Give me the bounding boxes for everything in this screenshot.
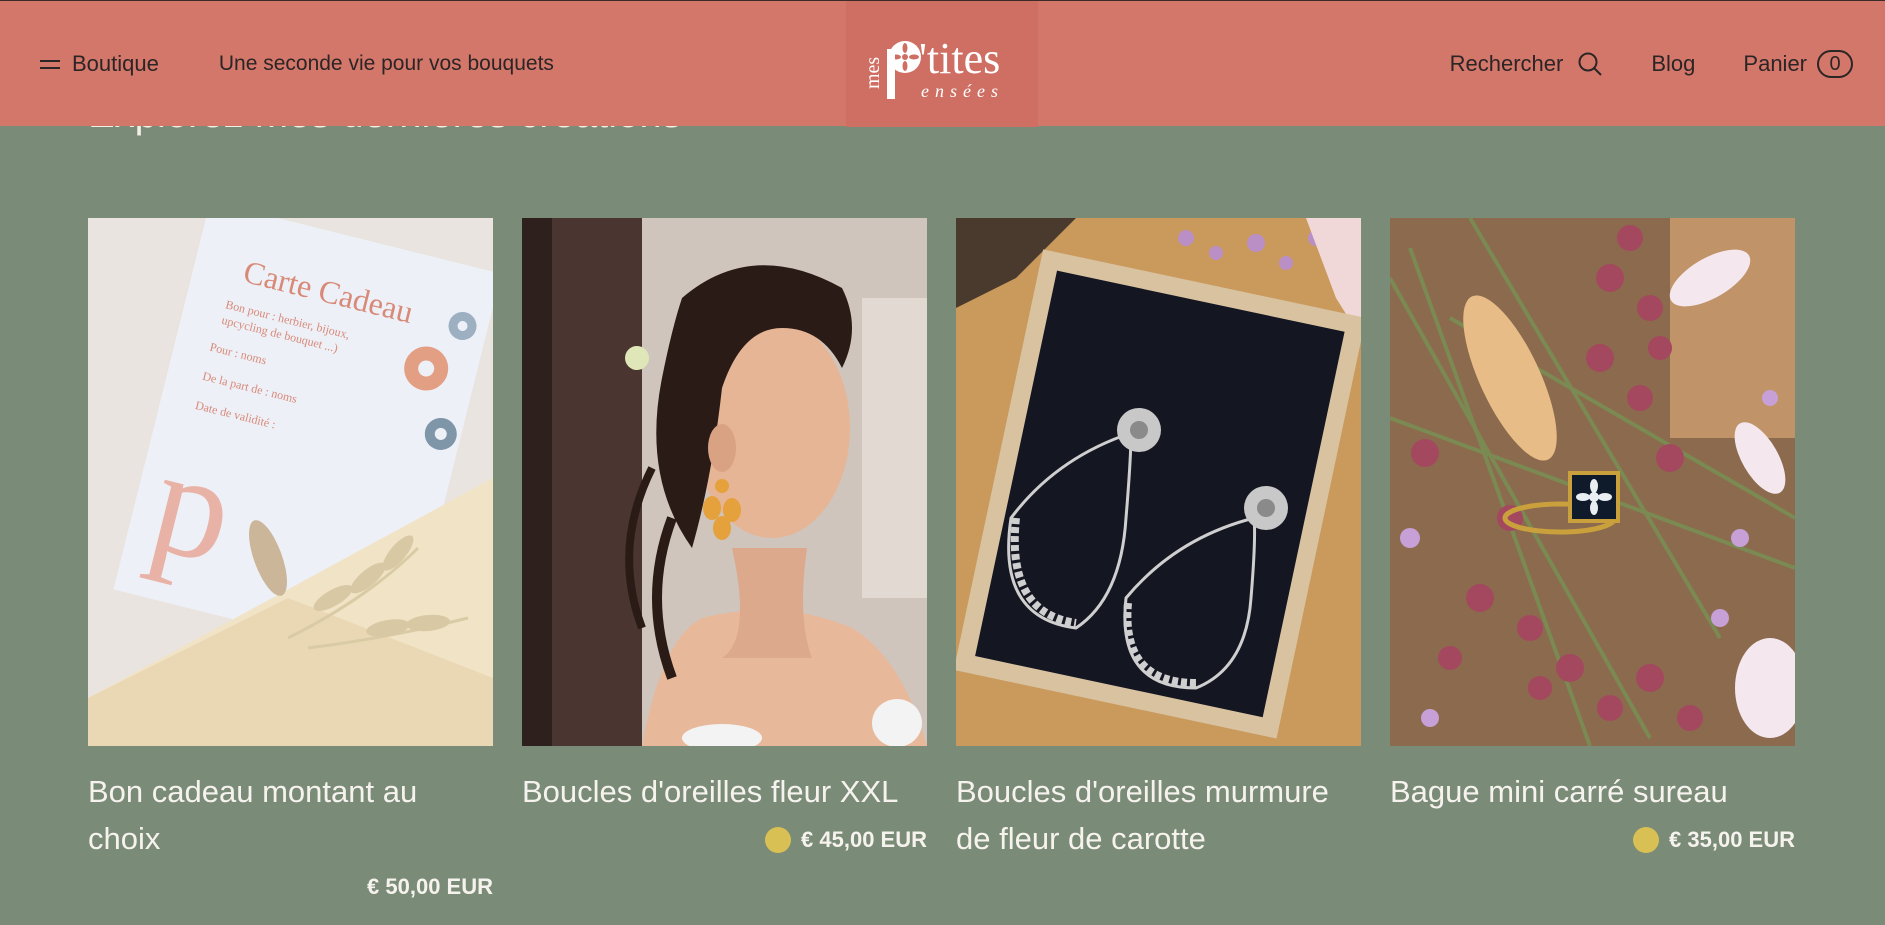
product-title[interactable]: Boucles d'oreilles murmure de fleur de c… <box>956 768 1361 862</box>
cart-button[interactable]: Panier 0 <box>1743 50 1853 78</box>
logo-text-pensees: ensées <box>921 81 1004 101</box>
boutique-menu-button[interactable]: Boutique <box>40 51 159 77</box>
price-row: € 50,00 EUR <box>88 874 493 900</box>
site-logo[interactable]: mes 'tites ensées <box>846 1 1038 127</box>
cart-label: Panier <box>1743 51 1807 76</box>
tagline-link[interactable]: Une seconde vie pour vos bouquets <box>219 52 554 76</box>
product-title[interactable]: Bague mini carré sureau <box>1390 768 1795 815</box>
header-right-nav: Rechercher Blog Panier 0 <box>1450 1 1853 127</box>
hamburger-menu-icon <box>40 58 60 70</box>
product-title[interactable]: Bon cadeau montant au choix <box>88 768 493 862</box>
logo-text-ptites: 'tites <box>919 34 1000 83</box>
price-row: € 35,00 EUR <box>1390 827 1795 853</box>
product-card[interactable]: Boucles d'oreilles fleur XXL € 45,00 EUR <box>522 218 927 853</box>
product-card[interactable]: Bague mini carré sureau € 35,00 EUR <box>1390 218 1795 853</box>
product-price: € 45,00 EUR <box>801 827 927 852</box>
header-left-nav: Boutique Une seconde vie pour vos bouque… <box>40 1 554 127</box>
search-icon <box>1578 52 1603 76</box>
product-card[interactable]: Carte Cadeau Bon pour : herbier, bijoux,… <box>88 218 493 900</box>
product-image-ring-berries[interactable] <box>1390 218 1795 746</box>
product-image-model-earring[interactable] <box>522 218 927 746</box>
product-image-hoop-earrings[interactable] <box>956 218 1361 746</box>
color-swatch[interactable] <box>1633 827 1660 853</box>
price-row: € 45,00 EUR <box>522 827 927 853</box>
cart-count-badge: 0 <box>1817 50 1853 78</box>
product-card[interactable]: Boucles d'oreilles murmure de fleur de c… <box>956 218 1361 862</box>
logo-mark: mes 'tites ensées <box>862 34 1004 101</box>
blog-link[interactable]: Blog <box>1651 51 1695 77</box>
color-swatch[interactable] <box>765 827 792 853</box>
product-image-gift-card[interactable]: Carte Cadeau Bon pour : herbier, bijoux,… <box>88 218 493 746</box>
search-label: Rechercher <box>1449 51 1564 76</box>
boutique-menu-label: Boutique <box>72 51 159 76</box>
product-price: € 35,00 EUR <box>1669 827 1795 852</box>
search-button[interactable]: Rechercher <box>1450 51 1604 77</box>
site-header: Boutique Une seconde vie pour vos bouque… <box>0 0 1885 127</box>
product-price: € 50,00 EUR <box>367 874 493 899</box>
logo-text-mes: mes <box>862 57 884 89</box>
product-title[interactable]: Boucles d'oreilles fleur XXL <box>522 768 927 815</box>
